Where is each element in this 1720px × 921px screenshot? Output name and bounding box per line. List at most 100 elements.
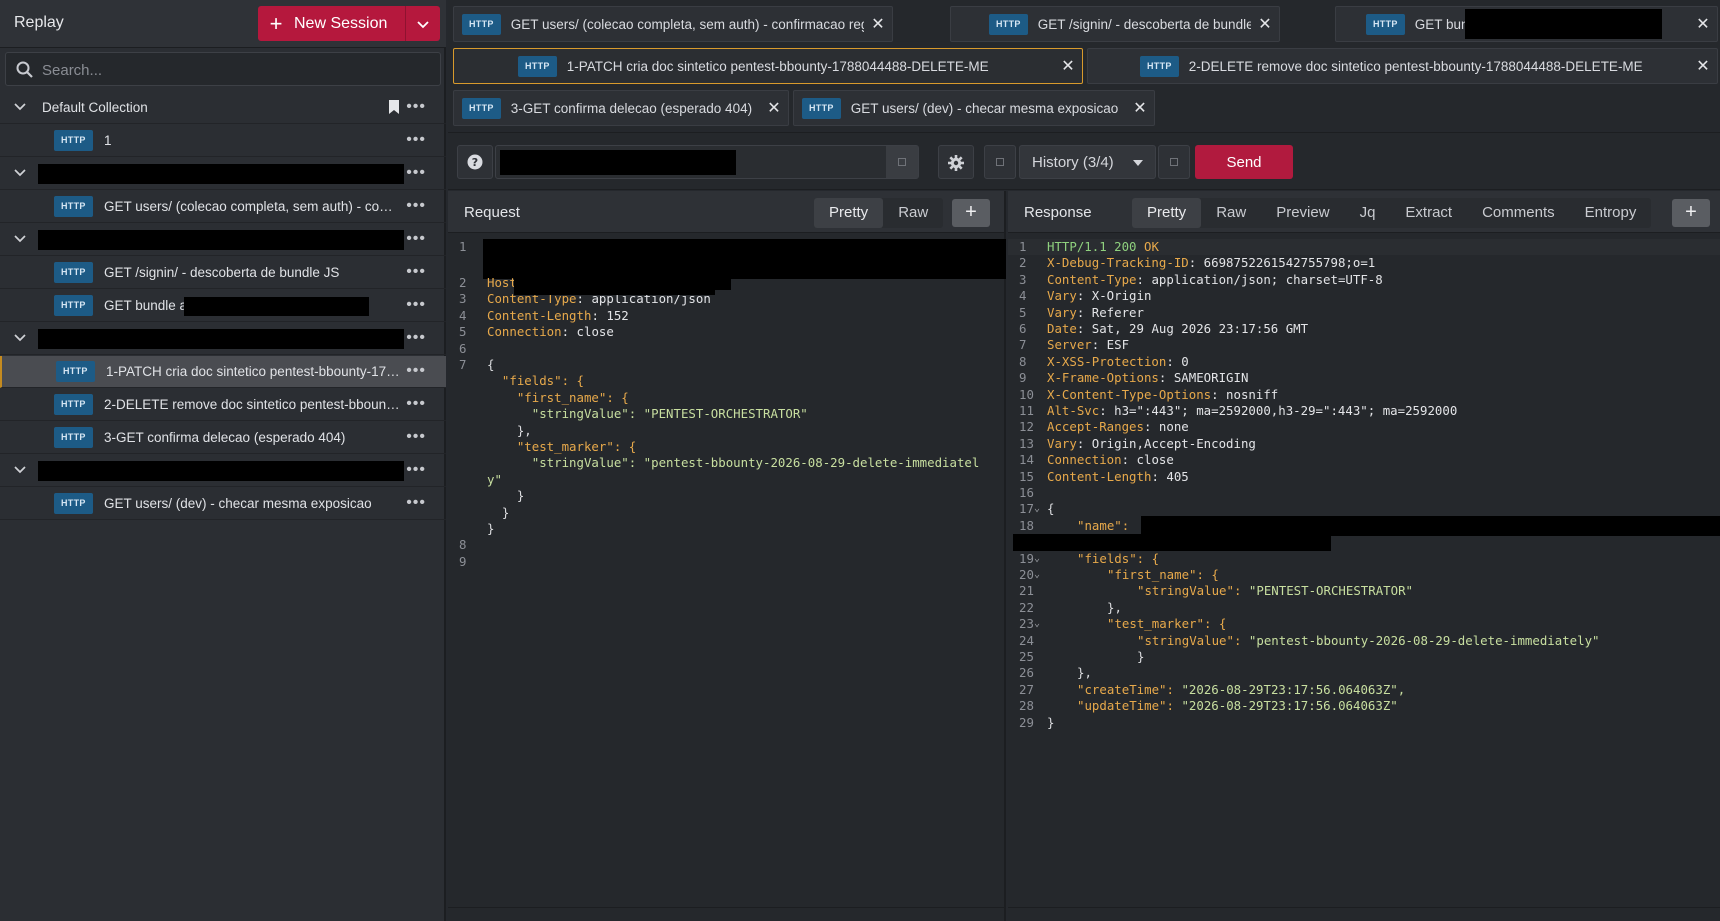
- redacted-block: [38, 329, 404, 349]
- history-forward-button[interactable]: [1158, 145, 1190, 179]
- fold-icon[interactable]: ⌄: [1034, 567, 1040, 583]
- collection-redacted[interactable]: •••: [0, 158, 446, 190]
- tab-request[interactable]: HTTP GET bundl ✕: [1335, 6, 1718, 42]
- chevron-down-icon[interactable]: [13, 100, 27, 114]
- view-preview-tab[interactable]: Preview: [1261, 198, 1344, 228]
- history-dropdown[interactable]: History (3/4): [1019, 145, 1156, 179]
- settings-button[interactable]: [938, 145, 974, 179]
- more-icon[interactable]: •••: [406, 296, 426, 314]
- http-badge: HTTP: [54, 196, 93, 217]
- view-pretty-tab[interactable]: Pretty: [1132, 198, 1202, 228]
- header-value: : none: [1143, 419, 1189, 435]
- tab-request[interactable]: HTTP 3-GET confirma delecao (esperado 40…: [453, 90, 789, 126]
- more-icon[interactable]: •••: [406, 263, 426, 281]
- collection-redacted[interactable]: •••: [0, 224, 446, 256]
- view-raw-tab[interactable]: Raw: [1201, 198, 1261, 228]
- fold-icon[interactable]: ⌄: [1034, 501, 1040, 517]
- http-badge: HTTP: [518, 55, 557, 77]
- chevron-down-icon[interactable]: [13, 463, 27, 477]
- more-icon[interactable]: •••: [406, 362, 426, 380]
- view-extract-tab[interactable]: Extract: [1390, 198, 1467, 228]
- more-icon[interactable]: •••: [406, 329, 426, 347]
- header-value: : nosniff: [1211, 386, 1279, 402]
- new-session-button[interactable]: + New Session: [258, 6, 440, 41]
- response-header-line: 12 Accept-Ranges: none: [1008, 419, 1720, 435]
- more-icon[interactable]: •••: [406, 98, 426, 116]
- request-label: GET users/ (dev) - checar mesma exposica…: [104, 496, 372, 511]
- sidebar-request-item[interactable]: HTTP GET /signin/ - descoberta de bundle…: [0, 257, 446, 289]
- code-line: 19 ⌄ "fields": {: [1019, 550, 1160, 567]
- add-button[interactable]: +: [952, 199, 990, 227]
- code-line: }: [487, 488, 525, 504]
- chevron-down-icon[interactable]: [13, 232, 27, 246]
- close-icon[interactable]: ✕: [760, 98, 788, 118]
- bookmark-icon[interactable]: [388, 100, 400, 114]
- target-url-field[interactable]: [495, 145, 919, 179]
- http-badge: HTTP: [802, 97, 841, 119]
- code-line: 23 ⌄ "test_marker": {: [1019, 616, 1227, 632]
- tab-request[interactable]: HTTP GET users/ (dev) - checar mesma exp…: [793, 90, 1155, 126]
- more-icon[interactable]: •••: [406, 494, 426, 512]
- request-title: Request: [464, 204, 520, 221]
- more-icon[interactable]: •••: [406, 164, 426, 182]
- collection-redacted[interactable]: •••: [0, 323, 446, 355]
- fold-icon[interactable]: ⌄: [1034, 551, 1040, 567]
- more-icon[interactable]: •••: [406, 230, 426, 248]
- header-text: Server: ESF: [1047, 337, 1129, 353]
- request-pane: Request Pretty Raw + 1 2 Host 3 Content-Ty…: [448, 191, 1006, 921]
- view-pretty-tab[interactable]: Pretty: [814, 198, 884, 228]
- code-line: 28 "updateTime": "2026-08-29T23:17:56.064…: [1019, 698, 1398, 714]
- sidebar-request-item[interactable]: HTTP 2-DELETE remove doc sintetico pente…: [0, 389, 446, 421]
- code-line: 29}: [1019, 714, 1055, 730]
- tab-request[interactable]: HTTP GET /signin/ - descoberta de bundle…: [950, 6, 1280, 42]
- header-value: : SAMEORIGIN: [1158, 370, 1249, 386]
- chevron-down-icon[interactable]: [13, 331, 27, 345]
- sidebar-request-item[interactable]: HTTP GET bundle a •••: [0, 290, 446, 322]
- close-icon[interactable]: ✕: [1251, 14, 1279, 34]
- sidebar-request-item[interactable]: HTTP GET users/ (dev) - checar mesma exp…: [0, 488, 446, 520]
- plus-icon: +: [965, 201, 977, 223]
- sidebar-request-item[interactable]: HTTP 3-GET confirma delecao (esperado 40…: [0, 422, 446, 454]
- header-key: Content-Length: [1047, 468, 1152, 484]
- view-comments-tab[interactable]: Comments: [1467, 198, 1570, 228]
- help-button[interactable]: ?: [457, 145, 493, 179]
- close-icon[interactable]: ✕: [864, 14, 892, 34]
- collection-default[interactable]: Default Collection •••: [0, 92, 446, 124]
- more-icon[interactable]: •••: [406, 395, 426, 413]
- view-entropy-tab[interactable]: Entropy: [1570, 198, 1652, 228]
- close-icon[interactable]: ✕: [1126, 98, 1154, 118]
- sidebar-request-item[interactable]: HTTP GET users/ (colecao completa, sem a…: [0, 191, 446, 223]
- response-header-line: 2 X-Debug-Tracking-ID: 669875226154275579…: [1008, 255, 1720, 271]
- header-key: X-Content-Type-Options: [1047, 386, 1212, 402]
- more-icon[interactable]: •••: [406, 461, 426, 479]
- redacted-block: [1464, 9, 1662, 39]
- collection-redacted[interactable]: •••: [0, 455, 446, 487]
- request-label: GET bundle a: [104, 298, 188, 313]
- line-number: 6: [1019, 321, 1027, 336]
- fold-icon[interactable]: ⌄: [1034, 616, 1040, 632]
- add-button[interactable]: +: [1672, 199, 1710, 227]
- more-icon[interactable]: •••: [406, 131, 426, 149]
- caret-down-icon: [1133, 160, 1143, 166]
- tab-request[interactable]: HTTP 2-DELETE remove doc sintetico pente…: [1087, 48, 1718, 84]
- chevron-down-icon[interactable]: [406, 16, 440, 32]
- close-icon[interactable]: ✕: [1689, 14, 1717, 34]
- tab-request-active[interactable]: HTTP 1-PATCH cria doc sintetico pentest-…: [453, 48, 1083, 84]
- tab-label: GET /signin/ - descoberta de bundle JS: [1037, 16, 1251, 32]
- request-view-toggle: Pretty Raw: [814, 198, 944, 228]
- header-key: X-Frame-Options: [1047, 370, 1159, 386]
- close-icon[interactable]: ✕: [1054, 56, 1082, 76]
- view-raw-tab[interactable]: Raw: [883, 198, 943, 228]
- send-button[interactable]: Send: [1195, 145, 1293, 179]
- close-icon[interactable]: ✕: [1689, 56, 1717, 76]
- more-icon[interactable]: •••: [406, 197, 426, 215]
- tab-request[interactable]: HTTP GET users/ (colecao completa, sem a…: [453, 6, 893, 42]
- sidebar-request-item[interactable]: HTTP 1 •••: [0, 125, 446, 157]
- url-dropdown-button[interactable]: [886, 146, 918, 178]
- more-icon[interactable]: •••: [406, 428, 426, 446]
- history-back-button[interactable]: [984, 145, 1016, 179]
- search-input[interactable]: [42, 59, 432, 81]
- chevron-down-icon[interactable]: [13, 166, 27, 180]
- sidebar-request-item-selected[interactable]: HTTP 1-PATCH cria doc sintetico pentest-…: [0, 356, 446, 388]
- view-jq-tab[interactable]: Jq: [1345, 198, 1391, 228]
